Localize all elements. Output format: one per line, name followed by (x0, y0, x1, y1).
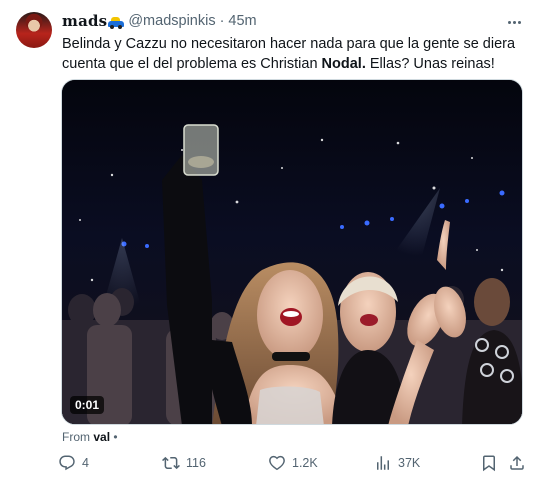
separator-dot: · (219, 13, 225, 29)
reply-count: 4 (82, 456, 89, 470)
share-button[interactable] (508, 454, 526, 472)
display-name[interactable]: mads (62, 12, 107, 30)
tweet-header: mads @madspinkis · 45m (62, 12, 257, 30)
user-handle[interactable]: @madspinkis (128, 13, 215, 29)
repost-count: 116 (186, 456, 206, 470)
action-bar: 4 116 1.2K 37K (56, 454, 526, 476)
video-player[interactable]: 0:01 (61, 79, 523, 425)
bookmark-icon (483, 455, 495, 472)
from-source: From val • (62, 430, 118, 444)
from-source-name[interactable]: val (93, 430, 110, 444)
tweet-text: Belinda y Cazzu no necesitaron hacer nad… (62, 34, 522, 74)
avatar[interactable] (16, 12, 52, 48)
bookmark-button[interactable] (480, 454, 498, 472)
views-icon (377, 456, 389, 470)
more-icon[interactable] (504, 12, 524, 32)
reply-icon (59, 455, 75, 471)
like-icon (269, 455, 285, 471)
repost-icon (162, 456, 180, 470)
like-count: 1.2K (292, 456, 318, 470)
views-button[interactable]: 37K (374, 454, 420, 472)
views-count: 37K (398, 456, 421, 470)
reply-button[interactable]: 4 (58, 454, 89, 472)
video-frame (62, 80, 522, 424)
repost-button[interactable]: 116 (162, 454, 206, 472)
tweet[interactable]: mads @madspinkis · 45m Belinda y Cazzu n… (0, 0, 540, 481)
from-label: From (62, 430, 94, 444)
video-duration: 0:01 (70, 396, 105, 414)
share-icon (510, 455, 524, 470)
like-button[interactable]: 1.2K (268, 454, 318, 472)
timestamp[interactable]: 45m (228, 13, 256, 29)
car-emoji-icon (108, 17, 125, 29)
tweet-text-part2: Ellas? Unas reinas! (365, 56, 495, 72)
from-suffix: • (110, 430, 118, 444)
tweet-text-bold: Nodal. (321, 56, 366, 72)
